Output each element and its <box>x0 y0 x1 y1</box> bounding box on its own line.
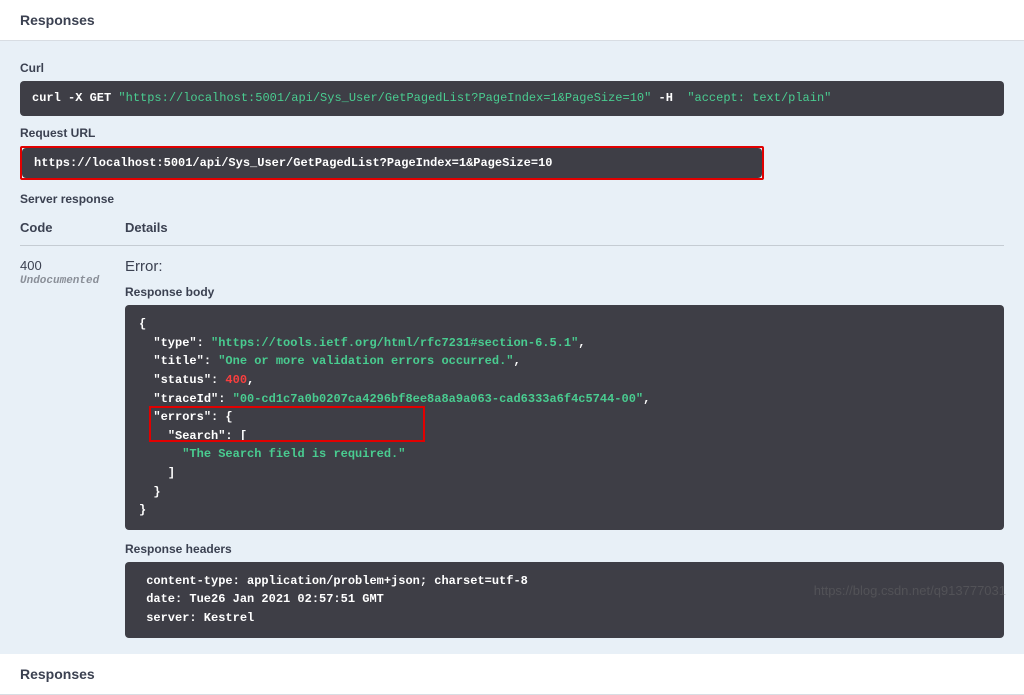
response-body-pre: { "type": "https://tools.ietf.org/html/r… <box>139 315 990 520</box>
curl-label: Curl <box>20 61 1004 75</box>
curl-hflag: -H <box>651 91 680 105</box>
response-headers-pre: content-type: application/problem+json; … <box>139 572 990 628</box>
undocumented-label: Undocumented <box>20 275 125 287</box>
responses-title-bottom: Responses <box>20 666 1004 682</box>
curl-hval: "accept: text/plain" <box>680 91 831 105</box>
col-code-header: Code <box>20 220 125 235</box>
response-headers-label: Response headers <box>125 542 1004 556</box>
response-details-cell: Error: Response body { "type": "https://… <box>125 258 1004 637</box>
response-table-header: Code Details <box>20 214 1004 246</box>
response-body-label: Response body <box>125 285 1004 299</box>
col-details-header: Details <box>125 220 1004 235</box>
error-label: Error: <box>125 258 1004 275</box>
curl-url: "https://localhost:5001/api/Sys_User/Get… <box>118 91 651 105</box>
server-response-label: Server response <box>20 192 1004 206</box>
status-code: 400 <box>20 258 125 273</box>
responses-header-bottom: Responses <box>0 654 1024 695</box>
response-row: 400 Undocumented Error: Response body { … <box>20 246 1004 637</box>
responses-header: Responses <box>0 0 1024 41</box>
responses-title: Responses <box>20 12 1004 28</box>
response-code-cell: 400 Undocumented <box>20 258 125 637</box>
request-url-label: Request URL <box>20 126 1004 140</box>
request-url-value: https://localhost:5001/api/Sys_User/GetP… <box>22 148 762 178</box>
response-body-block[interactable]: { "type": "https://tools.ietf.org/html/r… <box>125 305 1004 530</box>
request-url-block[interactable]: https://localhost:5001/api/Sys_User/GetP… <box>22 148 762 178</box>
response-headers-block[interactable]: content-type: application/problem+json; … <box>125 562 1004 638</box>
curl-block[interactable]: curl -X GET "https://localhost:5001/api/… <box>20 81 1004 116</box>
curl-prefix: curl -X GET <box>32 91 118 105</box>
request-url-highlight: https://localhost:5001/api/Sys_User/GetP… <box>20 146 764 180</box>
